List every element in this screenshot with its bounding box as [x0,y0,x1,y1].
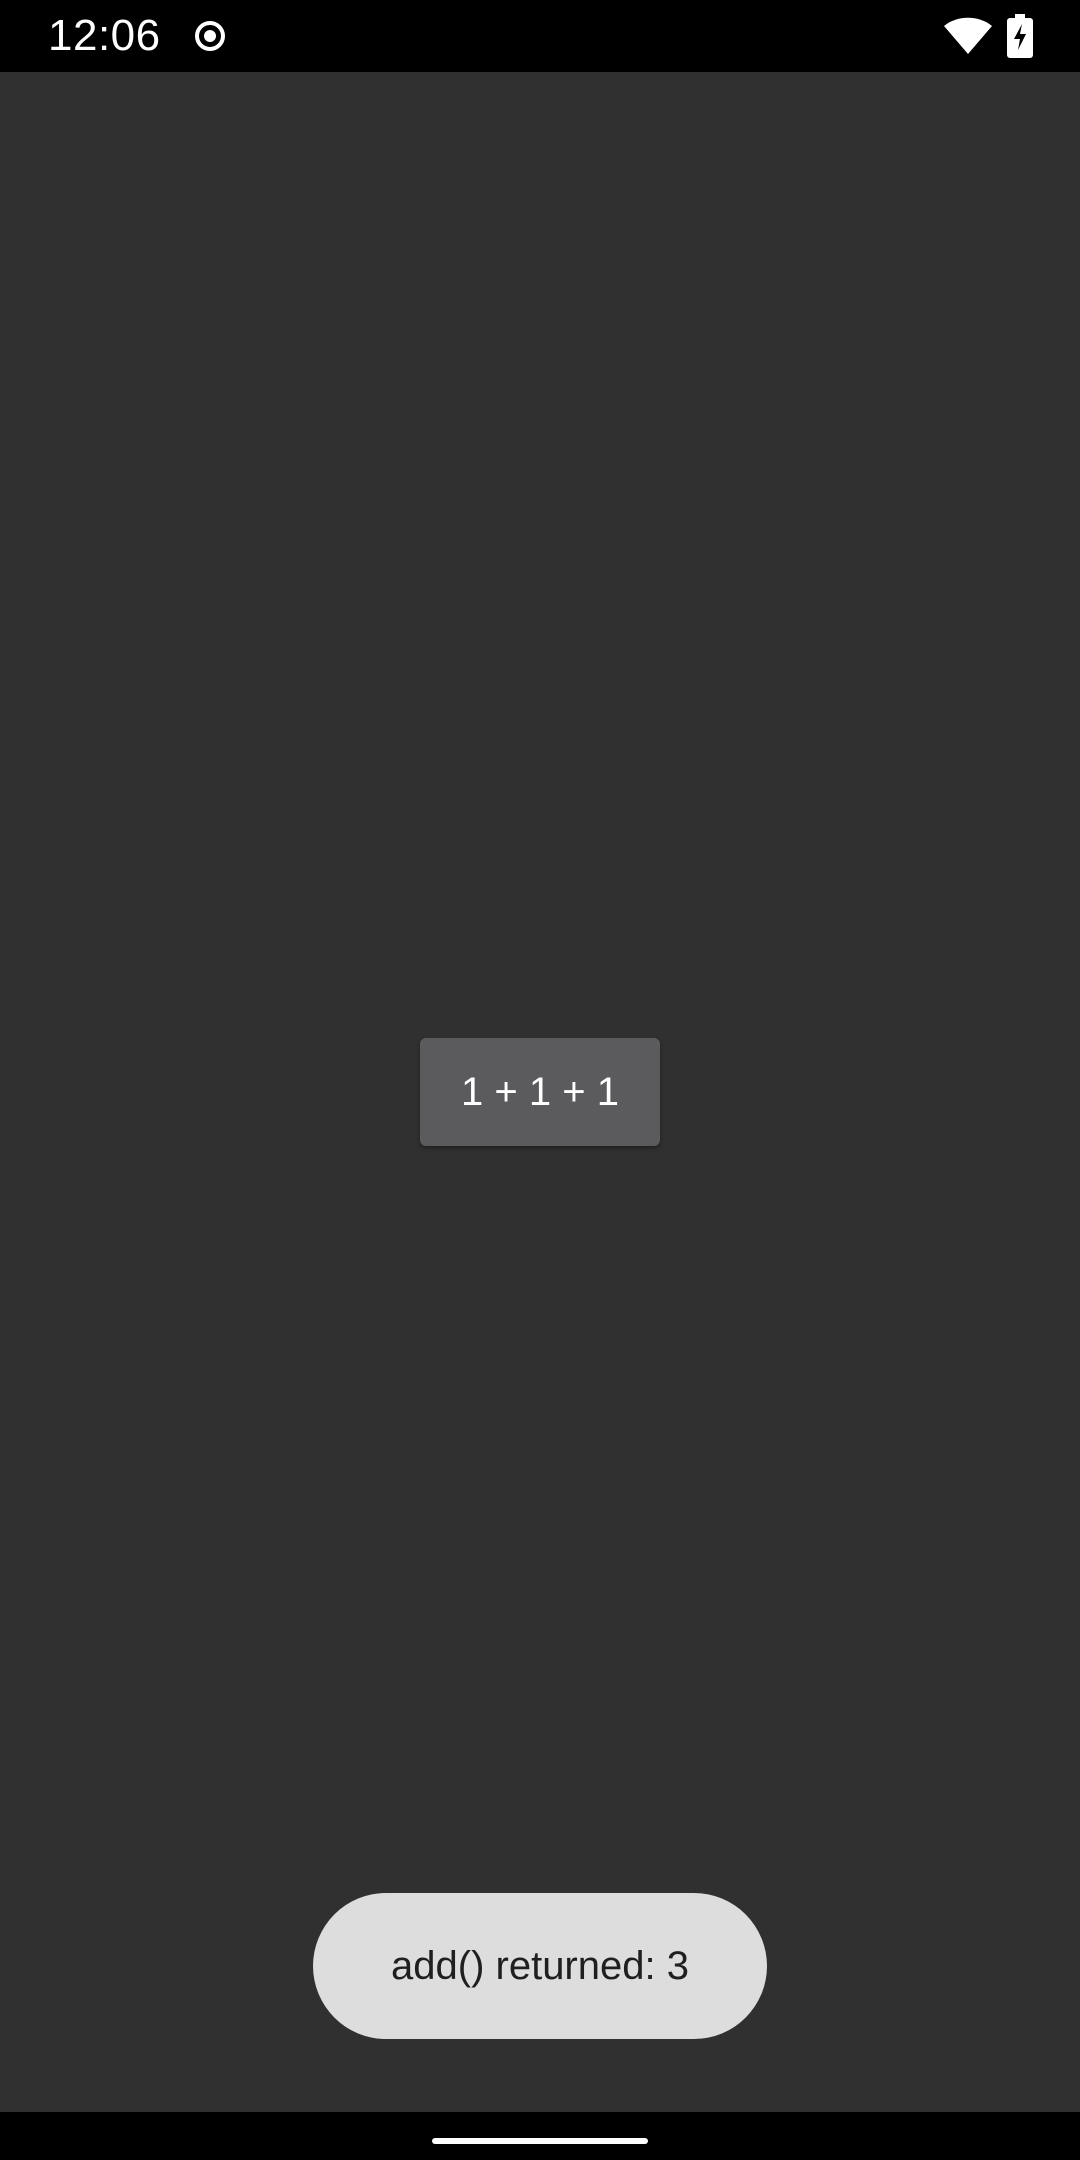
status-bar: 12:06 [0,0,1080,72]
wifi-icon [942,14,994,56]
battery-charging-icon [1006,14,1034,58]
navigation-bar [0,2112,1080,2160]
home-gesture-handle[interactable] [432,2138,648,2144]
record-icon [192,18,228,54]
status-time: 12:06 [48,11,161,60]
toast-message: add() returned: 3 [313,1893,767,2039]
app-screen: 12:06 1 + 1 + 1 add() returned: 3 [0,0,1080,2160]
add-button[interactable]: 1 + 1 + 1 [420,1038,660,1146]
